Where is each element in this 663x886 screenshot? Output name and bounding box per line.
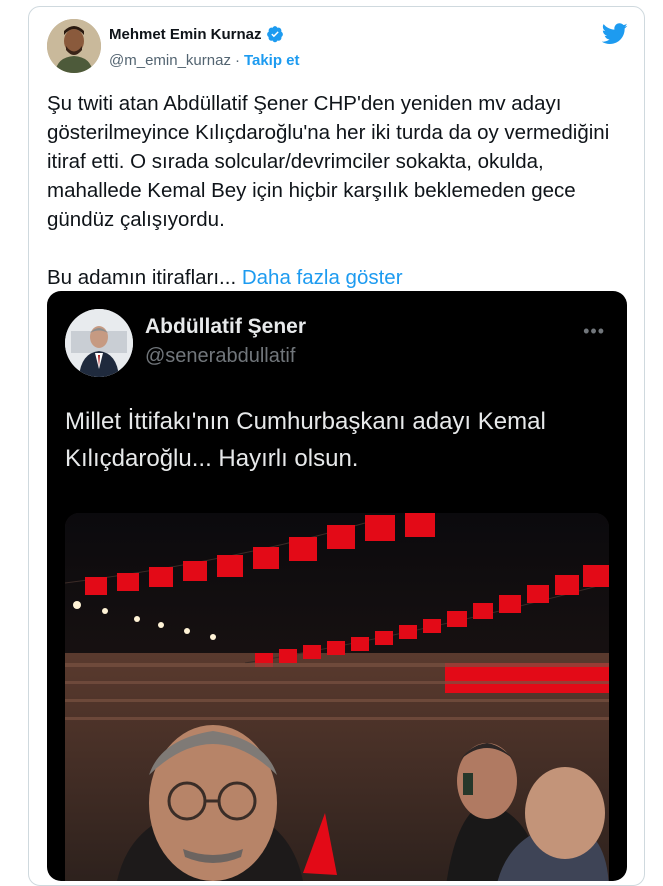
embedded-author-handle: @senerabdullatif (145, 345, 296, 367)
more-dots-icon: ••• (583, 321, 605, 341)
embedded-tweet-text: Millet İttifakı'nın Cumhurbaşkanı adayı … (65, 408, 546, 472)
author-name[interactable]: Mehmet Emin Kurnaz (109, 26, 262, 43)
author-avatar[interactable] (47, 19, 101, 73)
show-more-link[interactable]: Daha fazla göster (242, 266, 403, 289)
verified-badge-icon (266, 26, 283, 43)
embedded-tweet-screenshot[interactable]: Abdüllatif Şener @senerabdullatif ••• Mi… (47, 291, 627, 881)
follow-button[interactable]: Takip et (244, 52, 300, 69)
embedded-avatar-image (65, 309, 133, 377)
embedded-author-avatar (65, 309, 133, 377)
author-avatar-image (47, 19, 101, 73)
author-handle[interactable]: @m_emin_kurnaz (109, 52, 231, 69)
tweet-paragraph-1: Şu twiti atan Abdüllatif Şener CHP'den y… (47, 92, 610, 231)
rally-photo (65, 513, 609, 881)
rally-photo-image (65, 513, 609, 881)
embedded-author-name: Abdüllatif Şener (145, 315, 307, 338)
tweet-card: Mehmet Emin Kurnaz @m_emin_kurnaz · Taki… (28, 6, 645, 886)
tweet-paragraph-2: Bu adamın itirafları... Daha fazla göste… (47, 263, 627, 292)
tweet-text: Şu twiti atan Abdüllatif Şener CHP'den y… (47, 89, 627, 321)
tweet-paragraph-2-text: Bu adamın itirafları... (47, 266, 237, 289)
twitter-bird-icon[interactable] (602, 23, 628, 45)
separator-dot: · (234, 52, 240, 69)
